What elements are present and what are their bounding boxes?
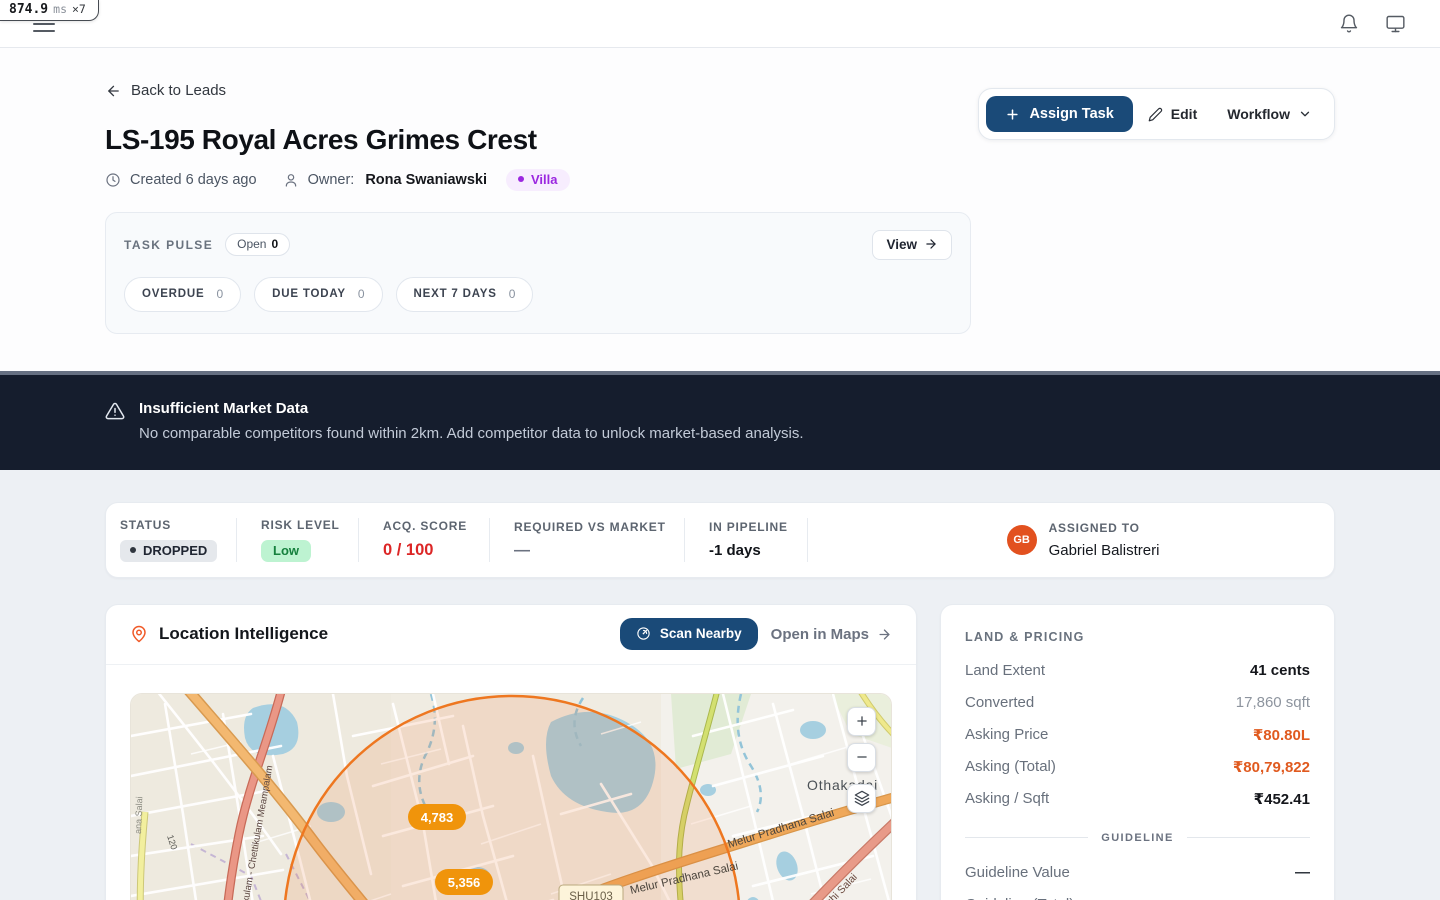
in-pipeline-value: -1 days (709, 542, 761, 559)
pricing-row-land-extent: Land Extent 41 cents (965, 662, 1310, 679)
map-layers-button[interactable] (847, 783, 876, 813)
pricing-row-asking-price: Asking Price ₹80.80L (965, 726, 1310, 744)
arrow-right-icon (879, 628, 890, 640)
task-pulse-heading: TASK PULSE (124, 237, 214, 252)
plus-icon (856, 716, 867, 726)
open-tasks-pill[interactable]: Open 0 (225, 233, 291, 256)
edge-label-salai: ana Salai (133, 796, 144, 834)
map-canvas[interactable]: Othakadai SHU103 Melur Pradhana Salai Me… (130, 692, 892, 900)
back-to-leads-link[interactable]: Back to Leads (105, 82, 226, 99)
workflow-dropdown-button[interactable]: Workflow (1212, 96, 1327, 132)
chevron-down-icon (1300, 111, 1310, 117)
svg-text:4,783: 4,783 (421, 810, 454, 825)
location-section-title: Location Intelligence (159, 624, 329, 643)
price-marker-1[interactable]: 4,783 (408, 803, 466, 830)
warning-triangle-icon (105, 402, 125, 419)
required-vs-market-label: REQUIRED VS MARKET (514, 519, 666, 534)
pricing-row-guideline-value: Guideline Value — (965, 864, 1310, 881)
edit-button[interactable]: Edit (1133, 96, 1212, 132)
map-zoom-in-button[interactable] (847, 706, 876, 736)
price-marker-2[interactable]: 5,356 (435, 868, 493, 895)
alert-message: No comparable competitors found within 2… (139, 424, 804, 442)
assigned-to-label: ASSIGNED TO (1048, 520, 1140, 535)
assignee-name: Gabriel Balistreri (1048, 541, 1160, 559)
acq-score-value: 0 / 100 (383, 541, 434, 559)
layers-icon (854, 790, 869, 806)
route-shield-label: SHU103 (569, 891, 612, 900)
plus-icon (1007, 108, 1019, 120)
land-pricing-card: LAND & PRICING Land Extent 41 cents Conv… (940, 603, 1335, 900)
radar-scan-icon (637, 627, 650, 640)
location-intelligence-card: Location Intelligence Scan Nearby Open i… (105, 603, 917, 900)
svg-text:5,356: 5,356 (448, 875, 481, 890)
assignee-avatar: GB (1006, 524, 1037, 555)
badge-dot (518, 176, 524, 182)
clock-icon (106, 172, 120, 187)
risk-level-badge: Low (261, 539, 311, 562)
due-today-pill[interactable]: DUE TODAY 0 (254, 276, 383, 312)
pricing-section-heading: LAND & PRICING (965, 629, 1085, 644)
top-bar (0, 0, 1440, 48)
in-pipeline-label: IN PIPELINE (709, 520, 788, 534)
assign-task-button[interactable]: Assign Task (986, 96, 1133, 132)
pencil-icon (1148, 107, 1162, 121)
map-zoom-out-button[interactable] (847, 742, 876, 772)
scan-nearby-button[interactable]: Scan Nearby (619, 618, 758, 650)
alert-title: Insufficient Market Data (139, 399, 309, 417)
required-vs-market-value: — (514, 541, 530, 559)
owner-name: Rona Swaniawski (365, 171, 487, 188)
next-7-days-pill[interactable]: NEXT 7 DAYS 0 (395, 276, 534, 312)
minus-icon (856, 756, 867, 758)
map-pin-icon (132, 625, 146, 643)
task-pulse-card: TASK PULSE Open 0 View OVERDUE 0 DUE TODAY… (105, 211, 971, 334)
status-label: STATUS (120, 517, 172, 532)
display-monitor-icon[interactable] (1385, 14, 1406, 34)
acq-score-label: ACQ. SCORE (383, 519, 468, 533)
view-tasks-button[interactable]: View (872, 229, 952, 260)
notifications-bell-icon[interactable] (1339, 13, 1359, 34)
risk-level-label: RISK LEVEL (261, 517, 340, 532)
back-arrow-icon (108, 85, 119, 96)
market-data-alert-banner: Insufficient Market Data No comparable c… (0, 370, 1440, 470)
perf-time: 874.9 (9, 2, 49, 17)
lead-header-section: Back to Leads LS-195 Royal Acres Grimes … (0, 48, 1440, 371)
perf-count: ×7 (72, 2, 86, 16)
pricing-row-converted: Converted 17,860 sqft (965, 694, 1310, 711)
lead-stats-strip: STATUS DROPPED RISK LEVEL Low ACQ. SCORE… (105, 501, 1335, 578)
pricing-row-asking-sqft: Asking / Sqft ₹452.41 (965, 790, 1310, 808)
guideline-divider: GUIDELINE (965, 832, 1310, 844)
performance-debug-badge: 874.9 ms ×7 (0, 0, 99, 21)
created-text: Created 6 days ago (130, 171, 257, 188)
arrow-right-icon (926, 239, 936, 249)
lead-actions-panel: Assign Task Edit Workflow (978, 88, 1335, 140)
overdue-pill[interactable]: OVERDUE 0 (124, 276, 242, 312)
open-in-maps-link[interactable]: Open in Maps (771, 626, 892, 643)
perf-unit: ms (53, 2, 67, 16)
map-svg: Othakadai SHU103 Melur Pradhana Salai Me… (131, 693, 891, 900)
owner-label: Owner: (307, 171, 355, 188)
back-link-label: Back to Leads (131, 82, 227, 99)
pricing-row-asking-total: Asking (Total) ₹80,79,822 (965, 758, 1310, 776)
person-icon (285, 173, 296, 187)
status-badge: DROPPED (120, 539, 218, 562)
property-type-badge: Villa (506, 168, 570, 191)
pricing-row-guideline-total: Guideline (Total) — (965, 889, 1310, 900)
